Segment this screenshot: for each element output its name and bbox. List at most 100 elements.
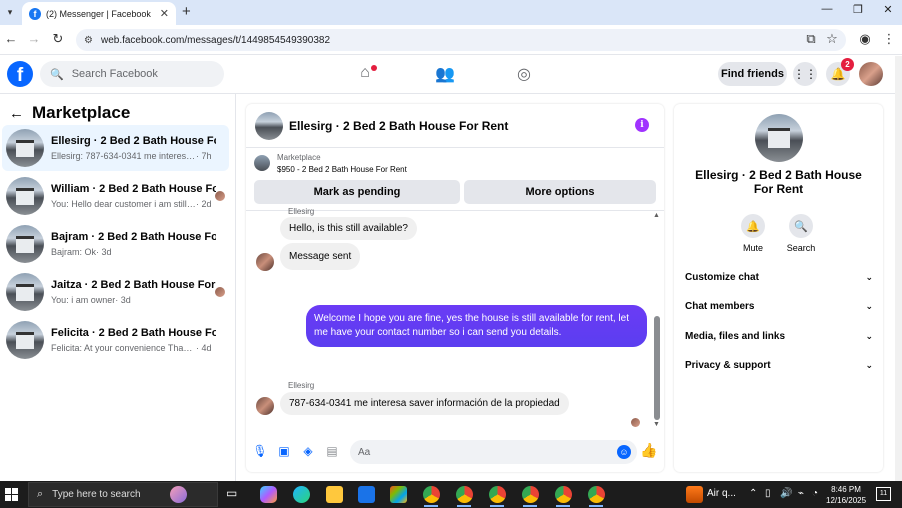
- scroll-up-arrow-icon[interactable]: ▲: [653, 212, 660, 219]
- conversation-item-jaitza[interactable]: Jaitza · 2 Bed 2 Bath House For ... You:…: [2, 269, 229, 315]
- wifi-icon[interactable]: ◔: [812, 488, 818, 499]
- conversation-item-william[interactable]: William · 2 Bed 2 Bath House Fo... You: …: [2, 173, 229, 219]
- info-icon[interactable]: i: [635, 118, 649, 132]
- message-placeholder: Aa: [358, 446, 371, 458]
- chrome-icon[interactable]: [489, 486, 506, 503]
- mail-icon[interactable]: [358, 486, 375, 503]
- taskbar-search-input[interactable]: ⌕ Type here to search: [28, 482, 218, 507]
- reload-icon[interactable]: ↻: [50, 31, 66, 47]
- battery-icon[interactable]: ▯: [765, 488, 771, 499]
- marketplace-sidebar: ← Marketplace Ellesirg · 2 Bed 2 Bath Ho…: [0, 94, 236, 481]
- back-icon[interactable]: ←: [3, 31, 19, 46]
- store-icon[interactable]: [390, 486, 407, 503]
- message-bubble[interactable]: Hello, is this still available?: [280, 217, 417, 240]
- chrome-icon[interactable]: [522, 486, 539, 503]
- chat-avatar[interactable]: [255, 111, 283, 140]
- chrome-icon[interactable]: [456, 486, 473, 503]
- copilot-icon[interactable]: [260, 486, 277, 503]
- chrome-icon[interactable]: [423, 486, 440, 503]
- chat-scrollbar-thumb[interactable]: [654, 316, 660, 420]
- speaker-icon[interactable]: 🔊: [780, 488, 792, 499]
- restore-icon[interactable]: ❐: [848, 3, 868, 16]
- page-scrollbar[interactable]: [895, 56, 902, 481]
- conversation-name: Bajram · 2 Bed 2 Bath House For R...: [51, 231, 216, 243]
- search-button[interactable]: 🔍 Search: [781, 214, 821, 253]
- find-friends-button[interactable]: Find friends: [718, 62, 787, 86]
- close-window-icon[interactable]: ✕: [878, 3, 898, 16]
- file-explorer-icon[interactable]: [326, 486, 343, 503]
- chat-title[interactable]: Ellesirg · 2 Bed 2 Bath House For Rent: [289, 119, 508, 133]
- gif-icon[interactable]: ▤: [324, 444, 340, 458]
- conversation-item-bajram[interactable]: Bajram · 2 Bed 2 Bath House For R... Baj…: [2, 221, 229, 267]
- groups-icon[interactable]: ◎: [514, 64, 534, 84]
- privacy-support-row[interactable]: Privacy & support ⌄: [685, 360, 873, 371]
- conversation-time: · 3d: [96, 247, 112, 257]
- conversation-name: Felicita · 2 Bed 2 Bath House For R...: [51, 327, 216, 339]
- chrome-icon[interactable]: [588, 486, 605, 503]
- tab-search-menu-icon[interactable]: ▾: [2, 3, 18, 21]
- conversation-item-ellesirg[interactable]: Ellesirg · 2 Bed 2 Bath House For R... E…: [2, 125, 229, 171]
- install-app-icon[interactable]: ⧉: [803, 31, 819, 47]
- friends-icon[interactable]: 👥: [435, 64, 455, 84]
- account-avatar[interactable]: [859, 62, 883, 86]
- back-arrow-icon[interactable]: ←: [9, 105, 24, 122]
- browser-tab[interactable]: f (2) Messenger | Facebook ✕: [22, 2, 176, 25]
- more-options-button[interactable]: More options: [464, 180, 656, 204]
- section-label: Privacy & support: [685, 360, 771, 371]
- emoji-icon[interactable]: ☺: [617, 445, 631, 459]
- weather-icon[interactable]: [686, 486, 703, 503]
- like-thumb-icon[interactable]: 👍: [640, 442, 657, 459]
- menu-grid-icon[interactable]: ⋮⋮: [793, 62, 817, 86]
- show-hidden-icons-icon[interactable]: ⌃: [749, 488, 757, 499]
- browser-menu-icon[interactable]: ⋮: [881, 31, 897, 47]
- forward-icon[interactable]: →: [26, 31, 42, 46]
- notification-center-icon[interactable]: 11: [876, 487, 891, 501]
- scroll-down-arrow-icon[interactable]: ▼: [653, 421, 660, 428]
- edge-browser-icon[interactable]: [293, 486, 310, 503]
- facebook-logo-icon[interactable]: f: [7, 61, 33, 87]
- profile-icon[interactable]: ◉: [857, 31, 873, 47]
- photo-icon[interactable]: ▣: [276, 444, 292, 458]
- customize-chat-row[interactable]: Customize chat ⌄: [685, 272, 873, 283]
- message-bubble[interactable]: Message sent: [280, 243, 361, 270]
- network-icon[interactable]: ⌁: [798, 488, 804, 499]
- site-info-icon[interactable]: ⚙: [84, 35, 93, 46]
- marketplace-listing[interactable]: Marketplace $950 - 2 Bed 2 Bath House Fo…: [254, 153, 407, 174]
- chat-members-row[interactable]: Chat members ⌄: [685, 301, 873, 312]
- facebook-search-input[interactable]: 🔍 Search Facebook: [40, 61, 224, 87]
- running-indicator: [490, 505, 504, 507]
- details-avatar[interactable]: [755, 114, 803, 162]
- url-field[interactable]: ⚙ web.facebook.com/messages/t/1449854549…: [76, 29, 846, 51]
- new-tab-icon[interactable]: +: [182, 3, 191, 20]
- bookmark-star-icon[interactable]: ☆: [824, 31, 840, 47]
- conversation-preview: Ellesirg: 787-634-0341 me interesa sa...: [51, 151, 196, 161]
- windows-start-icon[interactable]: [5, 488, 18, 501]
- mute-button[interactable]: 🔔 Mute: [733, 214, 773, 253]
- task-view-icon[interactable]: ▭: [226, 486, 243, 503]
- conversation-preview: You: i am owner: [51, 295, 116, 305]
- taskbar-search-placeholder: Type here to search: [52, 489, 141, 500]
- notification-badge: 2: [841, 58, 854, 71]
- mute-label: Mute: [742, 243, 763, 253]
- listing-thumbnail: [254, 155, 270, 171]
- tab-title: (2) Messenger | Facebook: [46, 8, 151, 19]
- sticker-icon[interactable]: ◈: [300, 444, 316, 458]
- search-highlight-icon[interactable]: [170, 486, 187, 503]
- conversation-preview: Felicita: At your convenience Thank you: [51, 343, 196, 353]
- conversation-preview: You: Hello dear customer i am still ...: [51, 199, 196, 209]
- message-bubble[interactable]: 787-634-0341 me interesa saver informaci…: [280, 392, 569, 415]
- message-input[interactable]: Aa ☺: [350, 440, 637, 464]
- weather-text[interactable]: Air q...: [707, 488, 736, 499]
- chat-header: Ellesirg · 2 Bed 2 Bath House For Rent i: [246, 104, 664, 148]
- chrome-icon[interactable]: [555, 486, 572, 503]
- minimize-icon[interactable]: —: [817, 3, 837, 15]
- mark-as-pending-button[interactable]: Mark as pending: [254, 180, 460, 204]
- media-files-row[interactable]: Media, files and links ⌄: [685, 331, 873, 342]
- tab-close-icon[interactable]: ✕: [160, 7, 169, 20]
- taskbar-clock[interactable]: 8:46 PM 12/16/2025: [826, 484, 866, 506]
- conversation-item-felicita[interactable]: Felicita · 2 Bed 2 Bath House For R... F…: [2, 317, 229, 363]
- sidebar-header: ← Marketplace: [9, 103, 130, 123]
- url-text: web.facebook.com/messages/t/144985454939…: [100, 34, 331, 46]
- microphone-icon[interactable]: 🎙: [252, 444, 268, 458]
- sent-message-bubble[interactable]: Welcome I hope you are fine, yes the hou…: [306, 305, 647, 347]
